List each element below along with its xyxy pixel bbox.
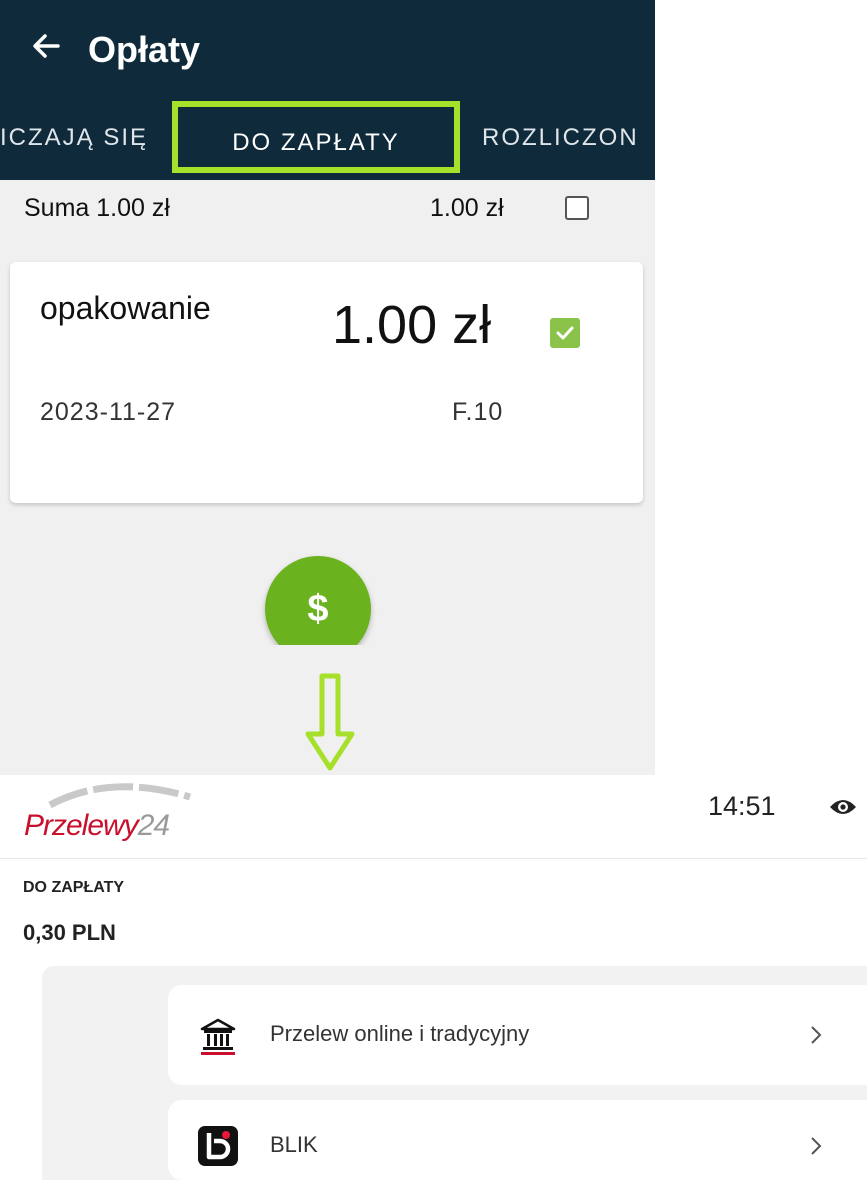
fee-checkbox[interactable] — [550, 318, 580, 348]
fee-date: 2023-11-27 — [40, 398, 177, 426]
method-blik[interactable]: BLIK — [168, 1100, 867, 1180]
przelewy24-logo: Przelewy24 — [10, 775, 200, 855]
check-icon — [556, 326, 574, 340]
fee-code: F.10 — [452, 398, 504, 426]
fee-card[interactable]: opakowanie 1.00 zł 2023-11-27 F.10 — [10, 262, 643, 503]
method-bank-transfer[interactable]: Przelew online i tradycyjny — [168, 985, 867, 1085]
due-label: DO ZAPŁATY — [23, 879, 125, 896]
chevron-right-icon — [811, 1026, 822, 1044]
summary-row: Suma 1.00 zł 1.00 zł — [0, 180, 655, 250]
due-amount: 0,30 PLN — [23, 920, 116, 945]
blik-icon — [198, 1126, 238, 1166]
logo-text: Przelewy24 — [24, 809, 170, 842]
summary-label: Suma 1.00 zł — [24, 194, 170, 222]
payment-screenshot: Przelewy24 14:51 DO ZAPŁATY 0,30 PLN Prz… — [0, 775, 867, 1180]
app-bar: Opłaty ICZAJĄ SIĘ DO ZAPŁATY ROZLICZON — [0, 0, 655, 180]
eye-icon[interactable] — [828, 795, 858, 819]
chevron-right-icon — [811, 1137, 822, 1155]
clock: 14:51 — [708, 791, 776, 821]
select-all-checkbox[interactable] — [565, 196, 589, 220]
tab-to-pay[interactable]: DO ZAPŁATY — [172, 101, 460, 173]
dollar-icon: $ — [307, 588, 329, 630]
method-label: BLIK — [270, 1132, 318, 1157]
app-screenshot: Opłaty ICZAJĄ SIĘ DO ZAPŁATY ROZLICZON S… — [0, 0, 655, 775]
tab-settled[interactable]: ROZLICZON — [482, 118, 655, 158]
page-title: Opłaty — [88, 29, 201, 70]
fee-amount: 1.00 zł — [332, 295, 492, 355]
header-divider — [0, 858, 867, 859]
bank-icon — [200, 1018, 236, 1055]
summary-value: 1.00 zł — [430, 194, 504, 222]
method-label: Przelew online i tradycyjny — [270, 1021, 530, 1046]
fee-name: opakowanie — [40, 290, 211, 326]
tab-settling[interactable]: ICZAJĄ SIĘ — [0, 118, 170, 158]
down-arrow-icon — [305, 673, 355, 771]
back-arrow-icon[interactable] — [26, 26, 66, 66]
